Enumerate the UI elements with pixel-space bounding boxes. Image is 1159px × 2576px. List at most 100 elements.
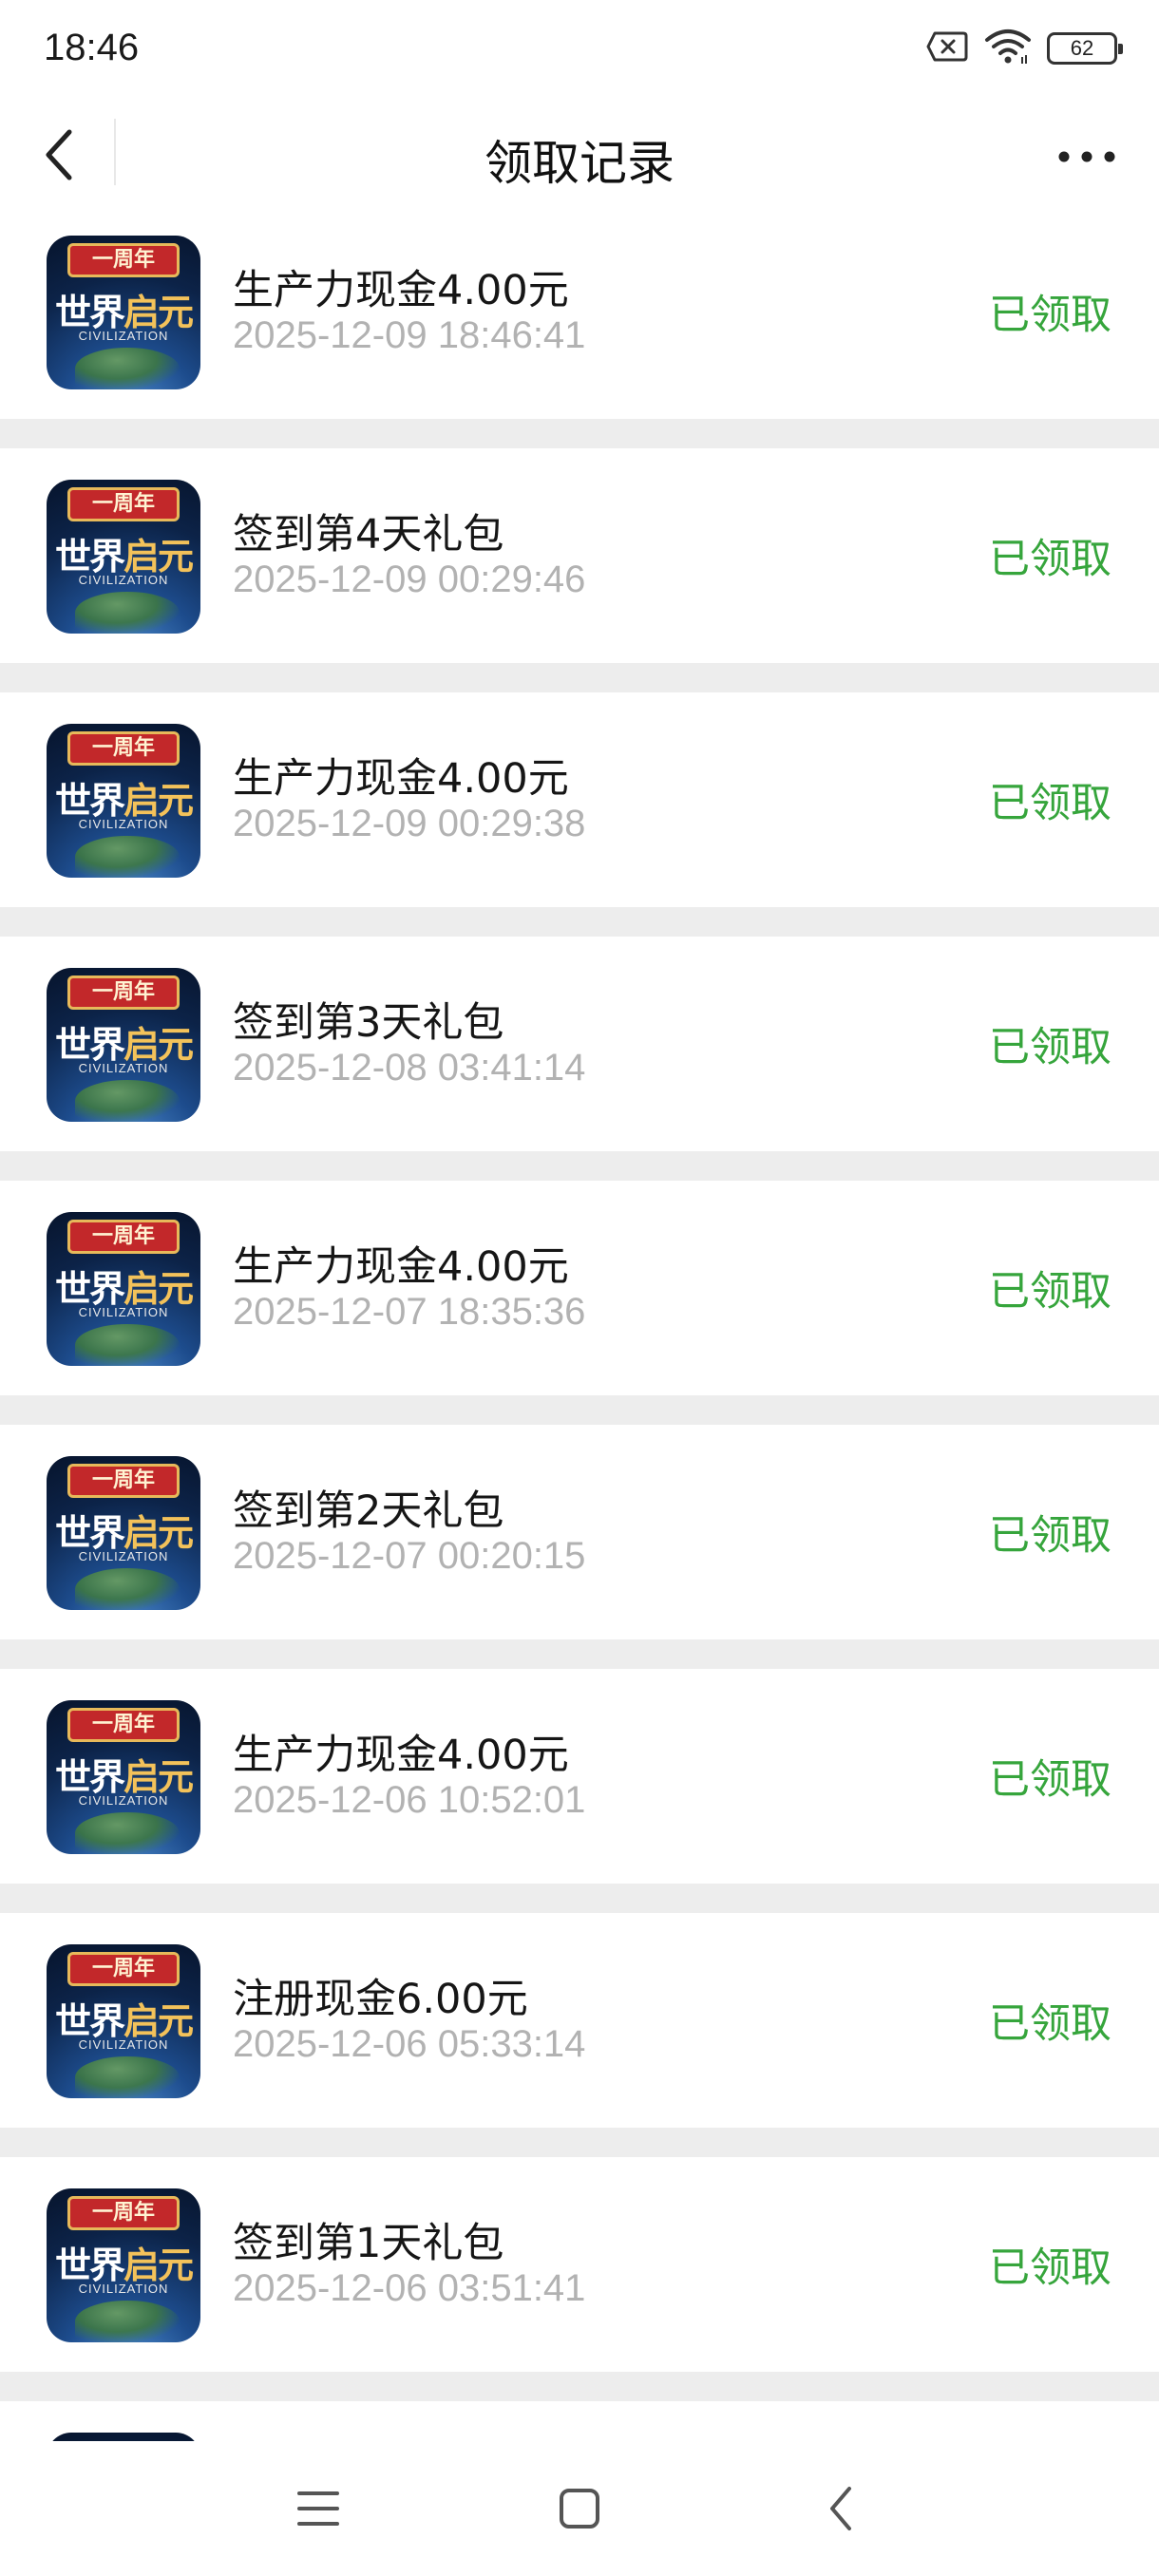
back-icon xyxy=(830,2487,851,2530)
home-icon xyxy=(560,2489,599,2529)
anniversary-banner: 一周年 xyxy=(67,2196,180,2230)
anniversary-banner: 一周年 xyxy=(67,1952,180,1986)
record-title: 签到第4天礼包 xyxy=(233,511,504,559)
record-time: 2025-12-09 00:29:46 xyxy=(233,559,586,600)
list-item[interactable]: 一周年 世界启元 CIVILIZATION 生产力现金4.00元 2025-12… xyxy=(0,1669,1159,1884)
anniversary-banner: 一周年 xyxy=(67,487,180,521)
record-time: 2025-12-08 03:41:14 xyxy=(233,1047,586,1089)
app-icon-subtitle: CIVILIZATION xyxy=(78,329,169,343)
app-icon-title: 世界启元 xyxy=(47,1260,200,1312)
app-icon-title-a: 世界 xyxy=(54,1512,125,1554)
battery-level: 62 xyxy=(1070,36,1094,60)
app-icon-subtitle: CIVILIZATION xyxy=(78,2037,169,2052)
anniversary-banner: 一周年 xyxy=(67,243,180,277)
record-status: 已领取 xyxy=(989,1024,1112,1071)
app-icon-title: 世界启元 xyxy=(47,2236,200,2288)
record-status: 已领取 xyxy=(989,1512,1112,1560)
record-status: 已领取 xyxy=(989,2000,1112,2048)
anniversary-banner: 一周年 xyxy=(67,1464,180,1498)
list-item[interactable]: 一周年 世界启元 CIVILIZATION 签到第4天礼包 2025-12-09… xyxy=(0,448,1159,663)
record-time: 2025-12-06 05:33:14 xyxy=(233,2023,586,2065)
header: 领取记录 xyxy=(0,104,1159,204)
record-status: 已领取 xyxy=(989,1268,1112,1316)
app-icon-title: 世界启元 xyxy=(47,1015,200,1068)
app-icon-title: 世界启元 xyxy=(47,1504,200,1556)
globe-graphic xyxy=(75,1324,180,1366)
record-list: 一周年 世界启元 CIVILIZATION 生产力现金4.00元 2025-12… xyxy=(0,204,1159,2458)
globe-graphic xyxy=(75,2301,180,2342)
app-icon-title-a: 世界 xyxy=(54,780,125,822)
record-title: 生产力现金4.00元 xyxy=(233,267,569,314)
record-title: 签到第2天礼包 xyxy=(233,1487,504,1535)
screen: 18:46 62 领取记录 一周年 世界启元 CIVILIZATION 生产力现… xyxy=(0,0,1159,2576)
list-item[interactable]: 一周年 世界启元 CIVILIZATION 签到第1天礼包 2025-12-06… xyxy=(0,2157,1159,2372)
status-time: 18:46 xyxy=(44,27,140,68)
globe-graphic xyxy=(75,1080,180,1122)
anniversary-banner: 一周年 xyxy=(67,1220,180,1254)
system-back-button[interactable] xyxy=(808,2475,874,2542)
menu-button[interactable] xyxy=(285,2475,352,2542)
app-icon-subtitle: CIVILIZATION xyxy=(78,1793,169,1808)
app-icon: 一周年 世界启元 CIVILIZATION xyxy=(47,2188,200,2342)
app-icon-title-b: 启元 xyxy=(124,292,194,333)
record-time: 2025-12-06 03:51:41 xyxy=(233,2267,586,2309)
app-icon-title-b: 启元 xyxy=(124,1756,194,1798)
record-status: 已领取 xyxy=(989,292,1112,339)
app-icon-title-a: 世界 xyxy=(54,292,125,333)
app-icon: 一周年 世界启元 CIVILIZATION xyxy=(47,1700,200,1854)
battery-icon: 62 xyxy=(1047,32,1123,65)
globe-graphic xyxy=(75,2056,180,2098)
anniversary-banner: 一周年 xyxy=(67,975,180,1010)
anniversary-banner: 一周年 xyxy=(67,1708,180,1742)
app-icon-title-b: 启元 xyxy=(124,1024,194,1066)
list-item[interactable]: 一周年 世界启元 CIVILIZATION 生产力现金4.00元 2025-12… xyxy=(0,692,1159,907)
list-item[interactable]: 一周年 世界启元 CIVILIZATION 生产力现金4.00元 2025-12… xyxy=(0,204,1159,419)
record-time: 2025-12-09 00:29:38 xyxy=(233,803,586,844)
record-time: 2025-12-09 18:46:41 xyxy=(233,314,586,356)
app-icon-subtitle: CIVILIZATION xyxy=(78,1549,169,1563)
list-item[interactable]: 一周年 世界启元 CIVILIZATION 注册现金6.00元 2025-12-… xyxy=(0,1913,1159,2128)
app-icon-title: 世界启元 xyxy=(47,1748,200,1800)
globe-graphic xyxy=(75,1568,180,1610)
app-icon-title-a: 世界 xyxy=(54,1756,125,1798)
app-icon-title-b: 启元 xyxy=(124,536,194,578)
app-icon-title: 世界启元 xyxy=(47,771,200,824)
app-icon-title-a: 世界 xyxy=(54,2245,125,2286)
app-icon-title-b: 启元 xyxy=(124,2245,194,2286)
app-icon-subtitle: CIVILIZATION xyxy=(78,1061,169,1075)
app-icon-title: 世界启元 xyxy=(47,283,200,335)
record-title: 生产力现金4.00元 xyxy=(233,1732,569,1779)
record-title: 生产力现金4.00元 xyxy=(233,1243,569,1291)
app-icon: 一周年 世界启元 CIVILIZATION xyxy=(47,236,200,389)
app-icon: 一周年 世界启元 CIVILIZATION xyxy=(47,724,200,878)
app-icon-title: 世界启元 xyxy=(47,527,200,579)
app-icon-title-a: 世界 xyxy=(54,2000,125,2042)
app-icon-title-b: 启元 xyxy=(124,2000,194,2042)
record-title: 注册现金6.00元 xyxy=(233,1976,528,2023)
page-title: 领取记录 xyxy=(484,136,674,191)
app-icon-subtitle: CIVILIZATION xyxy=(78,573,169,587)
wifi-icon xyxy=(984,28,1032,68)
app-icon-title-b: 启元 xyxy=(124,1512,194,1554)
app-icon-title-a: 世界 xyxy=(54,1024,125,1066)
sim-error-icon xyxy=(925,30,969,66)
app-icon: 一周年 世界启元 CIVILIZATION xyxy=(47,480,200,634)
more-button[interactable] xyxy=(1049,133,1125,180)
globe-graphic xyxy=(75,592,180,634)
record-time: 2025-12-07 18:35:36 xyxy=(233,1291,586,1333)
app-icon-subtitle: CIVILIZATION xyxy=(78,1305,169,1319)
anniversary-banner: 一周年 xyxy=(67,731,180,766)
list-item[interactable]: 一周年 世界启元 CIVILIZATION 生产力现金4.00元 2025-12… xyxy=(0,1181,1159,1395)
app-icon-title-a: 世界 xyxy=(54,1268,125,1310)
app-icon: 一周年 世界启元 CIVILIZATION xyxy=(47,1212,200,1366)
list-item[interactable]: 一周年 世界启元 CIVILIZATION 签到第3天礼包 2025-12-08… xyxy=(0,937,1159,1151)
record-time: 2025-12-06 10:52:01 xyxy=(233,1779,586,1821)
record-status: 已领取 xyxy=(989,2245,1112,2292)
app-icon-subtitle: CIVILIZATION xyxy=(78,2282,169,2296)
home-button[interactable] xyxy=(546,2475,613,2542)
globe-graphic xyxy=(75,836,180,878)
system-nav xyxy=(0,2441,1159,2576)
list-item[interactable]: 一周年 世界启元 CIVILIZATION 签到第2天礼包 2025-12-07… xyxy=(0,1425,1159,1639)
app-icon-title-b: 启元 xyxy=(124,1268,194,1310)
status-bar: 18:46 62 xyxy=(0,0,1159,104)
